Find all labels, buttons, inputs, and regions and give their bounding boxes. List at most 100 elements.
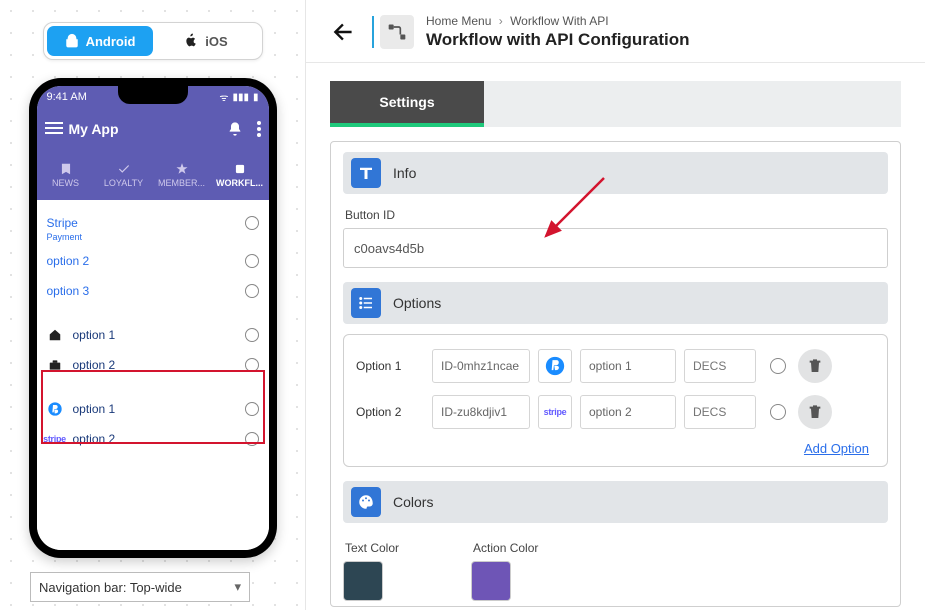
platform-android-button[interactable]: Android xyxy=(47,26,153,56)
status-time: 9:41 AM xyxy=(47,91,87,103)
phone-tab-workflow[interactable]: WORKFL... xyxy=(211,150,269,200)
apple-icon xyxy=(183,33,199,49)
bell-icon[interactable] xyxy=(227,121,243,137)
option-row-1: Option 1 xyxy=(356,349,875,383)
config-header: Home Menu › Workflow With API Workflow w… xyxy=(306,0,925,63)
list-icon xyxy=(351,288,381,318)
navigation-bar-select[interactable]: Navigation bar: Top-wide xyxy=(30,572,250,602)
option-label: option 3 xyxy=(47,284,90,298)
preview-option-sub: Payment xyxy=(47,232,259,242)
breadcrumb-current: Workflow With API xyxy=(510,14,608,28)
option-label: Stripe xyxy=(47,216,78,230)
preview-option-3[interactable]: option 3 xyxy=(47,276,259,306)
android-icon xyxy=(64,33,80,49)
header-divider xyxy=(372,16,374,48)
trash-icon xyxy=(807,404,823,420)
platform-android-label: Android xyxy=(86,34,136,49)
tab-label: Settings xyxy=(379,94,434,110)
option-row-label: Option 1 xyxy=(356,359,424,373)
phone-tab-loyalty[interactable]: LOYALTY xyxy=(95,150,153,200)
option-desc-input[interactable] xyxy=(684,395,756,429)
briefcase-icon xyxy=(47,357,63,373)
phone-tab-bar: NEWS LOYALTY MEMBER... WORKFL... xyxy=(37,150,269,200)
section-options-title: Options xyxy=(393,295,441,311)
phone-tab-label: LOYALTY xyxy=(104,178,143,188)
option-row-2: Option 2 stripe xyxy=(356,395,875,429)
app-title: My App xyxy=(69,121,119,137)
tab-settings[interactable]: Settings xyxy=(330,81,484,127)
menu-icon[interactable] xyxy=(45,122,63,136)
options-card: Option 1 Option 2 stripe xyxy=(343,334,888,467)
option-label: option 1 xyxy=(73,402,116,416)
arrow-left-icon xyxy=(331,19,357,45)
paypal-icon xyxy=(47,401,63,417)
preview-option-2[interactable]: option 2 xyxy=(47,246,259,276)
option-label: option 2 xyxy=(73,358,116,372)
nav-select-value: Navigation bar: Top-wide xyxy=(39,580,182,595)
palette-icon xyxy=(351,487,381,517)
square-icon xyxy=(233,162,247,176)
option-default-radio[interactable] xyxy=(770,404,786,420)
radio-icon xyxy=(245,432,259,446)
app-bar: My App xyxy=(37,108,269,150)
preview-group3-opt2[interactable]: stripe option 2 xyxy=(47,424,259,454)
platform-ios-button[interactable]: iOS xyxy=(153,26,259,56)
preview-group2-opt2[interactable]: option 2 xyxy=(47,350,259,380)
section-colors-header[interactable]: Colors xyxy=(343,481,888,523)
config-tabs: Settings xyxy=(330,81,901,127)
page-title: Workflow with API Configuration xyxy=(426,30,689,50)
phone-notch xyxy=(118,86,188,104)
battery-icon: ▮ xyxy=(253,92,259,103)
action-color-swatch[interactable] xyxy=(471,561,511,601)
option-desc-input[interactable] xyxy=(684,349,756,383)
option-icon-picker[interactable]: stripe xyxy=(538,395,572,429)
option-default-radio[interactable] xyxy=(770,358,786,374)
phone-tab-news[interactable]: NEWS xyxy=(37,150,95,200)
chevron-right-icon: › xyxy=(499,14,503,28)
section-info-title: Info xyxy=(393,165,416,181)
wifi-icon: ᯤ xyxy=(219,90,228,104)
option-delete-button[interactable] xyxy=(798,395,832,429)
option-name-input[interactable] xyxy=(580,349,676,383)
section-colors-title: Colors xyxy=(393,494,433,510)
option-id-input[interactable] xyxy=(432,349,530,383)
button-id-label: Button ID xyxy=(345,208,886,222)
breadcrumb: Home Menu › Workflow With API xyxy=(426,14,689,28)
home-icon xyxy=(47,327,63,343)
option-row-label: Option 2 xyxy=(356,405,424,419)
stripe-icon: stripe xyxy=(544,407,567,417)
radio-icon xyxy=(245,216,259,230)
phone-preview: 9:41 AM ᯤ ▮▮▮ ▮ My App NEWS LOYALTY MEMB… xyxy=(29,78,277,558)
option-delete-button[interactable] xyxy=(798,349,832,383)
section-options-header[interactable]: Options xyxy=(343,282,888,324)
status-icons: ᯤ ▮▮▮ ▮ xyxy=(219,90,258,104)
phone-tab-label: MEMBER... xyxy=(158,178,205,188)
button-id-input[interactable] xyxy=(343,228,888,268)
more-icon[interactable] xyxy=(257,121,261,137)
platform-ios-label: iOS xyxy=(205,34,227,49)
text-color-swatch[interactable] xyxy=(343,561,383,601)
bookmark-icon xyxy=(59,162,73,176)
action-color-label: Action Color xyxy=(473,541,538,555)
phone-tab-label: WORKFL... xyxy=(216,178,263,188)
preview-group3-opt1[interactable]: option 1 xyxy=(47,394,259,424)
back-button[interactable] xyxy=(330,18,358,46)
phone-tab-member[interactable]: MEMBER... xyxy=(153,150,211,200)
text-color-label: Text Color xyxy=(345,541,399,555)
stripe-icon: stripe xyxy=(47,431,63,447)
trash-icon xyxy=(807,358,823,374)
radio-icon xyxy=(245,358,259,372)
option-name-input[interactable] xyxy=(580,395,676,429)
section-info-header[interactable]: Info xyxy=(343,152,888,194)
option-label: option 2 xyxy=(47,254,90,268)
star-icon xyxy=(175,162,189,176)
option-id-input[interactable] xyxy=(432,395,530,429)
radio-icon xyxy=(245,402,259,416)
option-icon-picker[interactable] xyxy=(538,349,572,383)
check-icon xyxy=(117,162,131,176)
config-panel: Info Button ID Options Option 1 xyxy=(330,141,901,607)
radio-icon xyxy=(245,254,259,268)
breadcrumb-home[interactable]: Home Menu xyxy=(426,14,491,28)
preview-group2-opt1[interactable]: option 1 xyxy=(47,320,259,350)
add-option-link[interactable]: Add Option xyxy=(356,441,875,456)
